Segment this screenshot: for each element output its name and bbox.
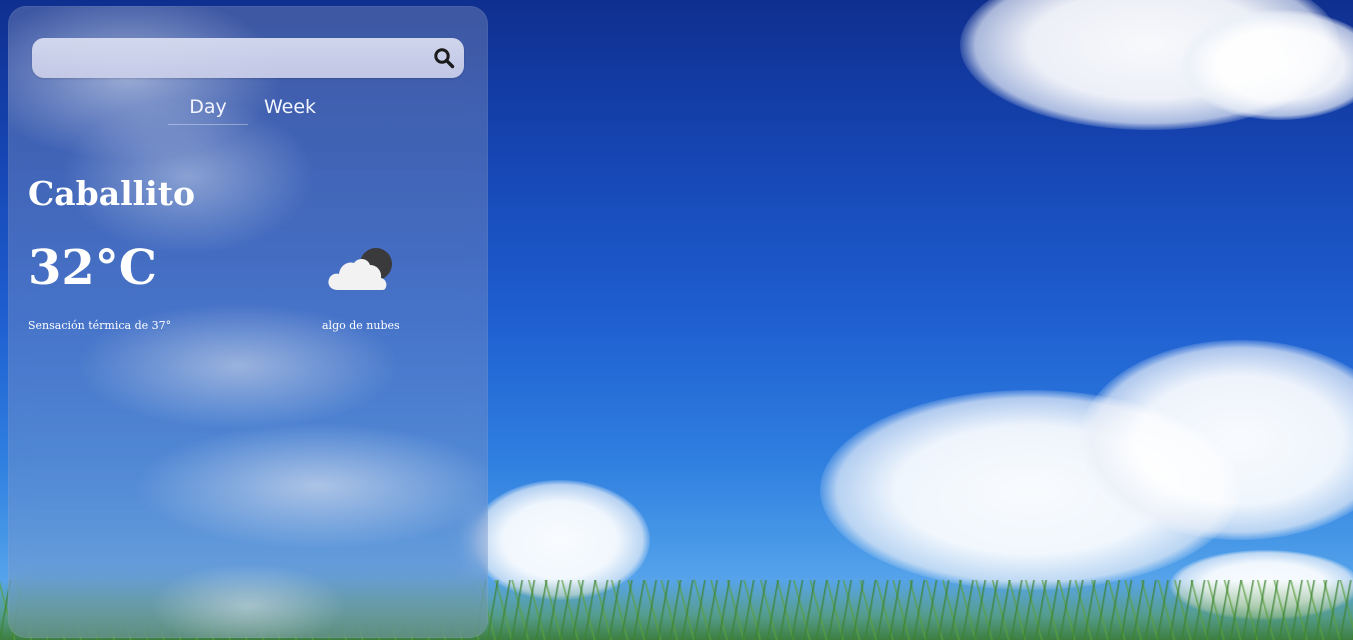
search-bar [32, 38, 464, 80]
tab-day[interactable]: Day [168, 96, 248, 125]
search-icon[interactable] [430, 44, 458, 72]
feels-like-text: Sensación térmica de 37° [28, 319, 172, 332]
search-input[interactable] [44, 38, 428, 80]
cloud-night-icon [324, 244, 396, 296]
view-tabs: Day Week [168, 96, 316, 125]
weather-description: algo de nubes [322, 319, 400, 332]
weather-panel: Day Week Caballito 32°C Sensación térmic… [8, 6, 488, 638]
temperature: 32°C [28, 240, 157, 296]
city-name: Caballito [28, 174, 195, 213]
tab-week[interactable]: Week [264, 96, 316, 125]
